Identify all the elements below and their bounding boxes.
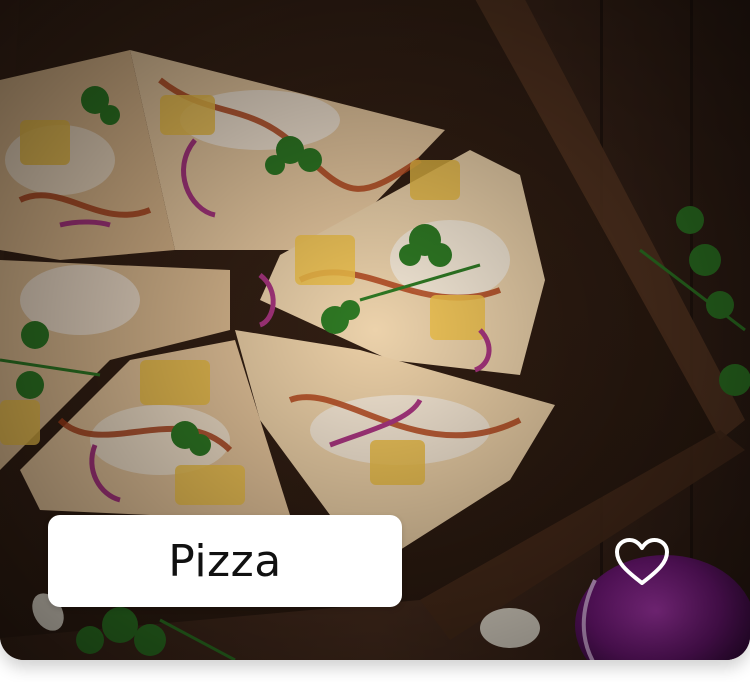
food-card[interactable]: Pizza — [0, 0, 750, 660]
card-title: Pizza — [168, 535, 282, 587]
title-pill: Pizza — [48, 515, 402, 607]
favorite-button[interactable] — [610, 532, 674, 592]
heart-outline-icon — [615, 538, 669, 585]
